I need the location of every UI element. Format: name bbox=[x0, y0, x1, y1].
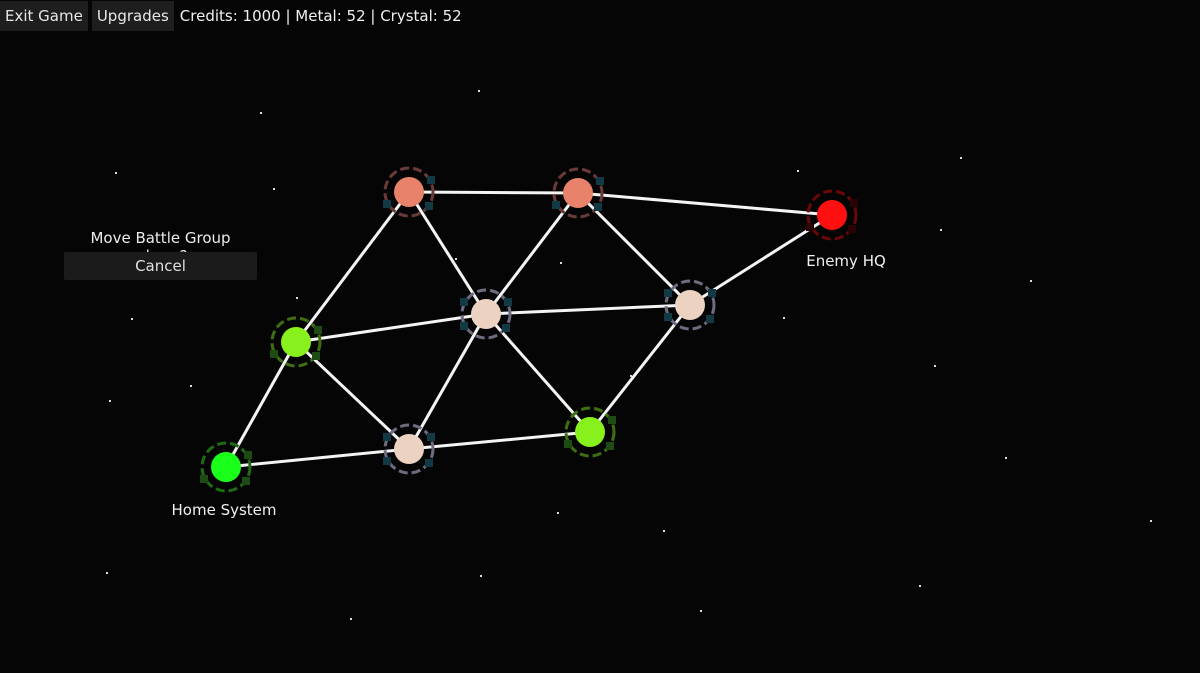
fleet-marker bbox=[460, 298, 468, 306]
fleet-marker bbox=[564, 440, 572, 448]
star bbox=[700, 610, 702, 612]
planet-icon bbox=[563, 178, 593, 208]
star-systems bbox=[200, 166, 858, 493]
fleet-marker bbox=[242, 477, 250, 485]
star bbox=[350, 618, 352, 620]
fleet-marker bbox=[270, 350, 278, 358]
fleet-marker bbox=[594, 203, 602, 211]
star bbox=[783, 317, 785, 319]
enemy-hq-label: Enemy HQ bbox=[806, 252, 886, 270]
planet-icon bbox=[394, 177, 424, 207]
starfield bbox=[106, 90, 1152, 620]
home-system-label: Home System bbox=[172, 501, 277, 519]
star-system-g1[interactable] bbox=[270, 316, 322, 368]
star bbox=[455, 258, 457, 260]
star bbox=[109, 400, 111, 402]
hyperlane bbox=[225, 447, 410, 469]
planet-icon bbox=[394, 434, 424, 464]
fleet-marker bbox=[244, 451, 252, 459]
hyperlane bbox=[294, 191, 411, 343]
fleet-marker bbox=[850, 199, 858, 207]
star bbox=[260, 112, 262, 114]
star bbox=[797, 170, 799, 172]
planet-icon bbox=[575, 417, 605, 447]
fleet-marker bbox=[427, 433, 435, 441]
fleet-marker bbox=[608, 416, 616, 424]
fleet-marker bbox=[460, 322, 468, 330]
fleet-marker bbox=[312, 352, 320, 360]
star-system-home[interactable] bbox=[200, 441, 252, 493]
fleet-marker bbox=[664, 289, 672, 297]
star bbox=[557, 512, 559, 514]
fleet-marker bbox=[383, 200, 391, 208]
star bbox=[106, 572, 108, 574]
hyperlane bbox=[295, 312, 487, 344]
fleet-marker bbox=[848, 225, 856, 233]
planet-icon bbox=[211, 452, 241, 482]
star bbox=[190, 385, 192, 387]
star bbox=[478, 90, 480, 92]
fleet-marker bbox=[504, 298, 512, 306]
star bbox=[1150, 520, 1152, 522]
fleet-marker bbox=[314, 326, 322, 334]
hyperlane bbox=[577, 191, 833, 217]
star-system-p3[interactable] bbox=[383, 423, 435, 475]
star bbox=[131, 318, 133, 320]
fleet-marker bbox=[200, 475, 208, 483]
star bbox=[480, 575, 482, 577]
fleet-marker bbox=[425, 459, 433, 467]
fleet-marker bbox=[552, 201, 560, 209]
fleet-marker bbox=[427, 176, 435, 184]
hyperlane bbox=[224, 341, 298, 468]
planet-icon bbox=[281, 327, 311, 357]
planet-icon bbox=[675, 290, 705, 320]
fleet-marker bbox=[708, 289, 716, 297]
fleet-marker bbox=[606, 442, 614, 450]
star bbox=[1005, 457, 1007, 459]
fleet-marker bbox=[425, 202, 433, 210]
fleet-marker bbox=[664, 313, 672, 321]
planet-icon bbox=[817, 200, 847, 230]
star bbox=[663, 530, 665, 532]
fleet-marker bbox=[383, 433, 391, 441]
star bbox=[273, 188, 275, 190]
hyperlane bbox=[408, 430, 591, 451]
star bbox=[919, 585, 921, 587]
planet-icon bbox=[471, 299, 501, 329]
star bbox=[1030, 280, 1032, 282]
star bbox=[960, 157, 962, 159]
star bbox=[940, 229, 942, 231]
star-system-hq[interactable] bbox=[806, 189, 858, 241]
hyperlane bbox=[485, 303, 691, 316]
galaxy-map: Home System Enemy HQ bbox=[106, 90, 1152, 620]
fleet-marker bbox=[706, 315, 714, 323]
fleet-marker bbox=[502, 324, 510, 332]
star bbox=[296, 297, 298, 299]
star bbox=[560, 262, 562, 264]
fleet-marker bbox=[596, 177, 604, 185]
fleet-marker bbox=[383, 457, 391, 465]
star bbox=[115, 172, 117, 174]
hyperlane bbox=[407, 191, 488, 315]
star-system-g2[interactable] bbox=[564, 406, 616, 458]
star bbox=[934, 365, 936, 367]
fleet-marker bbox=[806, 223, 814, 231]
